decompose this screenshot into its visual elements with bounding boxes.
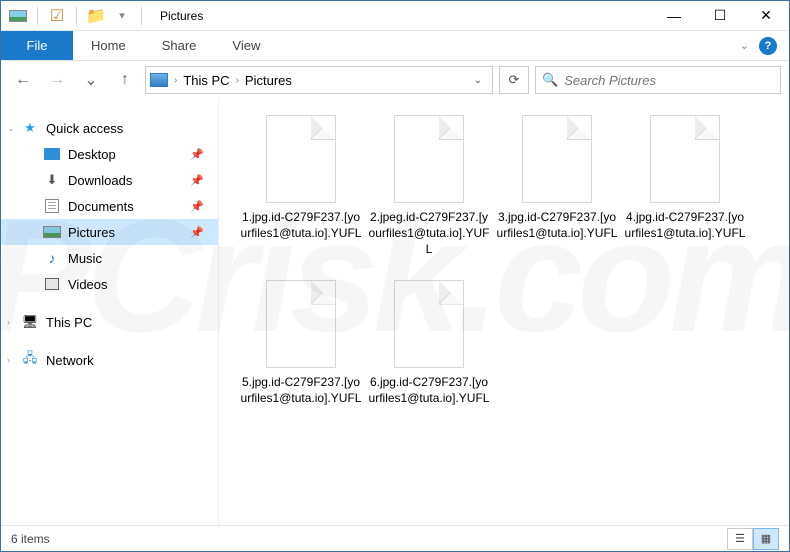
music-icon: ♪: [43, 250, 61, 266]
titlebar: ☑ 📁 ▾ Pictures — ☐ ✕: [1, 1, 789, 31]
new-folder-icon[interactable]: 📁: [87, 8, 105, 24]
breadcrumb-separator: ›: [234, 75, 241, 86]
nav-label: Pictures: [68, 225, 115, 240]
breadcrumb-separator: ›: [172, 75, 179, 86]
pc-icon: 🖥: [21, 314, 39, 330]
details-view-button[interactable]: ☰: [727, 528, 753, 550]
breadcrumb-item[interactable]: This PC: [183, 73, 229, 88]
file-item[interactable]: 3.jpg.id-C279F237.[yourfiles1@tuta.io].Y…: [493, 115, 621, 258]
file-icon: [650, 115, 720, 203]
recent-locations-button[interactable]: ⌄: [77, 66, 105, 94]
network-icon: 🖧: [21, 352, 39, 368]
window-controls: — ☐ ✕: [651, 1, 789, 31]
file-item[interactable]: 6.jpg.id-C279F237.[yourfiles1@tuta.io].Y…: [365, 280, 493, 406]
nav-item-pictures[interactable]: Pictures 📌: [1, 219, 218, 245]
file-name: 5.jpg.id-C279F237.[yourfiles1@tuta.io].Y…: [240, 374, 362, 406]
file-icon: [266, 115, 336, 203]
file-menu-button[interactable]: File: [1, 31, 73, 60]
large-icons-view-button[interactable]: ▦: [753, 528, 779, 550]
star-icon: ★: [21, 120, 39, 136]
forward-button[interactable]: →: [43, 66, 71, 94]
downloads-icon: ⬇: [43, 172, 61, 188]
file-item[interactable]: 4.jpg.id-C279F237.[yourfiles1@tuta.io].Y…: [621, 115, 749, 258]
search-icon: 🔍: [542, 72, 558, 88]
file-item[interactable]: 2.jpeg.id-C279F237.[yourfiles1@tuta.io].…: [365, 115, 493, 258]
nav-quick-access[interactable]: ⌄ ★ Quick access: [1, 115, 218, 141]
nav-label: Network: [46, 353, 94, 368]
view-switcher: ☰ ▦: [727, 528, 779, 550]
nav-item-downloads[interactable]: ⬇ Downloads 📌: [1, 167, 218, 193]
minimize-button[interactable]: —: [651, 1, 697, 31]
separator: [37, 7, 38, 25]
nav-this-pc[interactable]: › 🖥 This PC: [1, 309, 218, 335]
explorer-icon: [9, 8, 27, 24]
desktop-icon: [43, 146, 61, 162]
ribbon: File Home Share View ⌄ ?: [1, 31, 789, 61]
nav-label: Documents: [68, 199, 134, 214]
file-name: 3.jpg.id-C279F237.[yourfiles1@tuta.io].Y…: [496, 209, 618, 241]
nav-network[interactable]: › 🖧 Network: [1, 347, 218, 373]
refresh-button[interactable]: ⟳: [499, 66, 529, 94]
pictures-icon: [43, 224, 61, 240]
back-button[interactable]: ←: [9, 66, 37, 94]
nav-item-videos[interactable]: Videos: [1, 271, 218, 297]
qat: ☑ 📁 ▾ Pictures: [1, 7, 211, 25]
file-view[interactable]: 1.jpg.id-C279F237.[yourfiles1@tuta.io].Y…: [219, 99, 789, 525]
file-icon: [394, 115, 464, 203]
file-icon: [266, 280, 336, 368]
file-item[interactable]: 1.jpg.id-C279F237.[yourfiles1@tuta.io].Y…: [237, 115, 365, 258]
expand-icon[interactable]: ›: [7, 355, 10, 365]
pc-icon: [150, 73, 168, 87]
tab-share[interactable]: Share: [144, 31, 215, 60]
status-bar: 6 items ☰ ▦: [1, 525, 789, 551]
help-icon[interactable]: ?: [759, 37, 777, 55]
expand-icon[interactable]: ⌄: [7, 123, 15, 134]
nav-label: Videos: [68, 277, 108, 292]
videos-icon: [43, 276, 61, 292]
navbar: ← → ⌄ ↑ › This PC › Pictures ⌄ ⟳ 🔍: [1, 61, 789, 99]
file-name: 6.jpg.id-C279F237.[yourfiles1@tuta.io].Y…: [368, 374, 490, 406]
main-content: ⌄ ★ Quick access Desktop 📌 ⬇ Downloads 📌…: [1, 99, 789, 525]
address-bar[interactable]: › This PC › Pictures ⌄: [145, 66, 493, 94]
qat-customize-icon[interactable]: ▾: [113, 8, 131, 24]
properties-icon[interactable]: ☑: [48, 8, 66, 24]
pin-icon: 📌: [190, 148, 204, 161]
up-button[interactable]: ↑: [111, 66, 139, 94]
nav-item-documents[interactable]: Documents 📌: [1, 193, 218, 219]
tab-home[interactable]: Home: [73, 31, 144, 60]
pin-icon: 📌: [190, 200, 204, 213]
separator: [141, 7, 142, 25]
search-input[interactable]: [564, 73, 774, 88]
pin-icon: 📌: [190, 226, 204, 239]
file-grid: 1.jpg.id-C279F237.[yourfiles1@tuta.io].Y…: [237, 115, 779, 428]
maximize-button[interactable]: ☐: [697, 1, 743, 31]
file-name: 1.jpg.id-C279F237.[yourfiles1@tuta.io].Y…: [240, 209, 362, 241]
ribbon-expand-icon[interactable]: ⌄: [740, 39, 749, 52]
nav-label: This PC: [46, 315, 92, 330]
file-name: 2.jpeg.id-C279F237.[yourfiles1@tuta.io].…: [368, 209, 490, 258]
file-item[interactable]: 5.jpg.id-C279F237.[yourfiles1@tuta.io].Y…: [237, 280, 365, 406]
pin-icon: 📌: [190, 174, 204, 187]
close-button[interactable]: ✕: [743, 1, 789, 31]
breadcrumb-item[interactable]: Pictures: [245, 73, 292, 88]
documents-icon: [43, 198, 61, 214]
address-dropdown-icon[interactable]: ⌄: [468, 75, 488, 86]
expand-icon[interactable]: ›: [7, 317, 10, 327]
window-title: Pictures: [160, 9, 203, 23]
nav-label: Music: [68, 251, 102, 266]
separator: [76, 7, 77, 25]
nav-item-music[interactable]: ♪ Music: [1, 245, 218, 271]
file-name: 4.jpg.id-C279F237.[yourfiles1@tuta.io].Y…: [624, 209, 746, 241]
search-box[interactable]: 🔍: [535, 66, 781, 94]
nav-label: Desktop: [68, 147, 116, 162]
file-icon: [394, 280, 464, 368]
tab-view[interactable]: View: [214, 31, 278, 60]
nav-label: Quick access: [46, 121, 123, 136]
nav-item-desktop[interactable]: Desktop 📌: [1, 141, 218, 167]
file-icon: [522, 115, 592, 203]
navigation-pane: ⌄ ★ Quick access Desktop 📌 ⬇ Downloads 📌…: [1, 99, 219, 525]
item-count: 6 items: [11, 532, 50, 546]
nav-label: Downloads: [68, 173, 132, 188]
